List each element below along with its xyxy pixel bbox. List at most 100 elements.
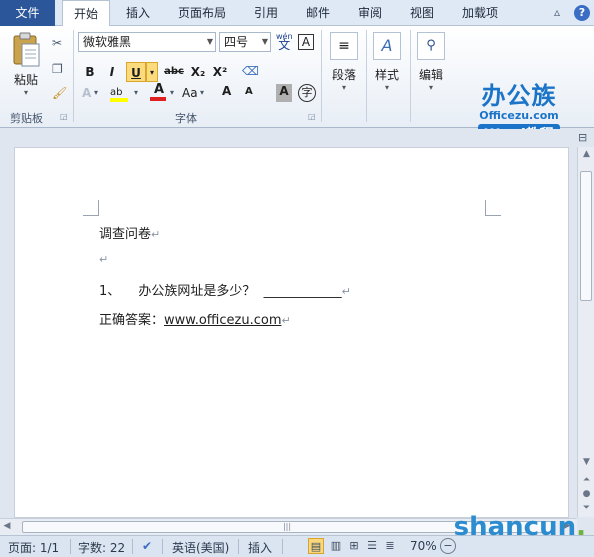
change-case-dropdown-icon[interactable]: ▾ [200,88,204,97]
chevron-down-icon: ▼ [261,37,268,46]
tab-home[interactable]: 开始 [62,0,110,27]
browse-object-icon[interactable]: ● [578,489,594,499]
proofing-icon[interactable]: ✔ [142,539,152,553]
answer-link[interactable]: www.officezu.com [164,313,281,328]
scroll-up-icon[interactable]: ▲ [578,149,594,159]
cut-icon[interactable]: ✂ [52,36,62,50]
document-page[interactable]: 调查问卷↵ ↵ 1、 办公族网址是多少？ ____________↵ 正确答案：… [14,147,569,518]
status-separator [70,539,71,554]
paste-button[interactable]: 粘贴 ▾ [8,32,44,97]
font-name-dropdown[interactable]: 微软雅黑 ▼ [78,32,216,52]
answer-blank: ____________ [263,284,342,299]
status-separator [162,539,163,554]
logo-url-text: Officezu.com [479,109,559,122]
clipboard-group-label: 剪贴板 [10,112,43,125]
view-ruler-icon[interactable]: ⊟ [578,131,587,144]
font-color-dropdown-icon[interactable]: ▾ [170,88,174,97]
change-case-button[interactable]: Aa [182,86,198,100]
font-size-dropdown[interactable]: 四号 ▼ [219,32,271,52]
strikethrough-button[interactable]: abc [162,62,186,82]
tab-view[interactable]: 视图 [400,0,444,26]
status-separator [132,539,133,554]
subscript-button[interactable]: X₂ [188,62,208,82]
tab-addins[interactable]: 加载项 [452,0,508,26]
print-layout-icon[interactable]: ▤ [308,538,324,554]
ribbon-tabbar: 文件 开始 插入 页面布局 引用 邮件 审阅 视图 加载项 ▵ ? [0,0,594,27]
clipboard-launcher-icon[interactable]: ◲ [60,112,68,121]
full-screen-reading-icon[interactable]: ▥ [328,538,344,554]
superscript-button[interactable]: X² [210,62,230,82]
binoculars-icon: ⚲ [417,32,445,60]
logo-main-text: 办公族 [481,82,557,110]
character-border-button[interactable]: A [298,34,314,50]
outline-icon[interactable]: ☰ [364,538,380,554]
tab-insert[interactable]: 插入 [116,0,160,26]
doc-line-title[interactable]: 调查问卷↵ [99,223,160,242]
previous-page-icon[interactable]: ⏶ [578,475,594,485]
vertical-scrollbar[interactable]: ▲ ▼ ⏶ ● ⏷ [577,147,594,517]
status-separator [282,539,283,554]
shancun-text: shancun [453,512,577,542]
zoom-level[interactable]: 70% [410,539,437,553]
editing-label: 编辑 [418,68,443,82]
chevron-down-icon: ▾ [384,83,389,92]
tab-page-layout[interactable]: 页面布局 [168,0,236,26]
question-number: 1、 [99,284,121,299]
grow-font-button[interactable]: A [222,84,231,98]
scroll-left-icon[interactable]: ◀ [0,521,14,531]
doc-title-text: 调查问卷 [99,227,152,242]
chevron-down-icon: ▼ [206,37,213,46]
editing-button[interactable]: ⚲ 编辑 ▾ [414,32,448,92]
font-name-value: 微软雅黑 [83,35,132,49]
web-layout-icon[interactable]: ⊞ [346,538,362,554]
font-color-button[interactable]: A [150,82,168,104]
doc-line-empty[interactable]: ↵ [99,252,108,267]
tab-references[interactable]: 引用 [244,0,288,26]
vertical-scroll-thumb[interactable] [580,171,592,301]
group-separator [366,30,367,122]
copy-icon[interactable]: ❐ [52,62,63,76]
shrink-font-button[interactable]: A [245,86,253,97]
font-launcher-icon[interactable]: ◲ [308,112,316,121]
paragraph-icon: ≡ [330,32,358,60]
group-separator [410,30,411,122]
styles-button[interactable]: A 样式 ▾ [370,32,404,92]
underline-dropdown-icon[interactable]: ▾ [146,62,158,82]
phonetic-guide-button[interactable]: wén 文 [276,32,293,51]
minimize-ribbon-icon[interactable]: ▵ [554,5,560,19]
chevron-down-icon: ▾ [341,83,346,92]
italic-button[interactable]: I [102,62,122,82]
language-indicator[interactable]: 英语(美国) [172,539,229,556]
scroll-down-icon[interactable]: ▼ [578,457,594,467]
format-painter-icon[interactable]: 🖌 [52,86,67,100]
paragraph-mark: ↵ [99,253,109,266]
highlight-dropdown-icon[interactable]: ▾ [134,88,138,97]
paste-dropdown-icon[interactable]: ▾ [8,88,44,97]
text-highlight-button[interactable]: ab [110,84,130,104]
word-count[interactable]: 字数: 22 [78,539,125,556]
shancun-dot: . [576,512,586,542]
text-effects-dropdown-icon[interactable]: ▾ [94,88,98,97]
tab-review[interactable]: 审阅 [348,0,392,26]
enclose-characters-button[interactable]: 字 [298,84,316,102]
paragraph-button[interactable]: ≡ 段落 ▾ [327,32,361,92]
doc-line-question[interactable]: 1、 办公族网址是多少？ ____________↵ [99,280,351,299]
tab-mailings[interactable]: 邮件 [296,0,340,26]
insert-mode[interactable]: 插入 [248,539,272,556]
tab-file[interactable]: 文件 [0,0,55,26]
help-icon[interactable]: ? [574,5,590,21]
doc-line-answer[interactable]: 正确答案：www.officezu.com↵ [99,309,291,328]
highlight-color-swatch [110,98,128,102]
styles-icon: A [373,32,401,60]
paragraph-mark: ↵ [151,228,161,241]
draft-icon[interactable]: ≣ [382,538,398,554]
character-shading-button[interactable]: A [276,84,292,102]
page-count[interactable]: 页面: 1/1 [8,539,59,556]
font-color-swatch [150,97,166,101]
text-effects-icon[interactable]: A [82,86,91,100]
clear-formatting-icon[interactable]: ⌫ [242,64,259,78]
underline-button[interactable]: U [126,62,146,82]
font-color-icon: A [153,82,165,97]
styles-label: 样式 [374,68,399,82]
bold-button[interactable]: B [80,62,100,82]
